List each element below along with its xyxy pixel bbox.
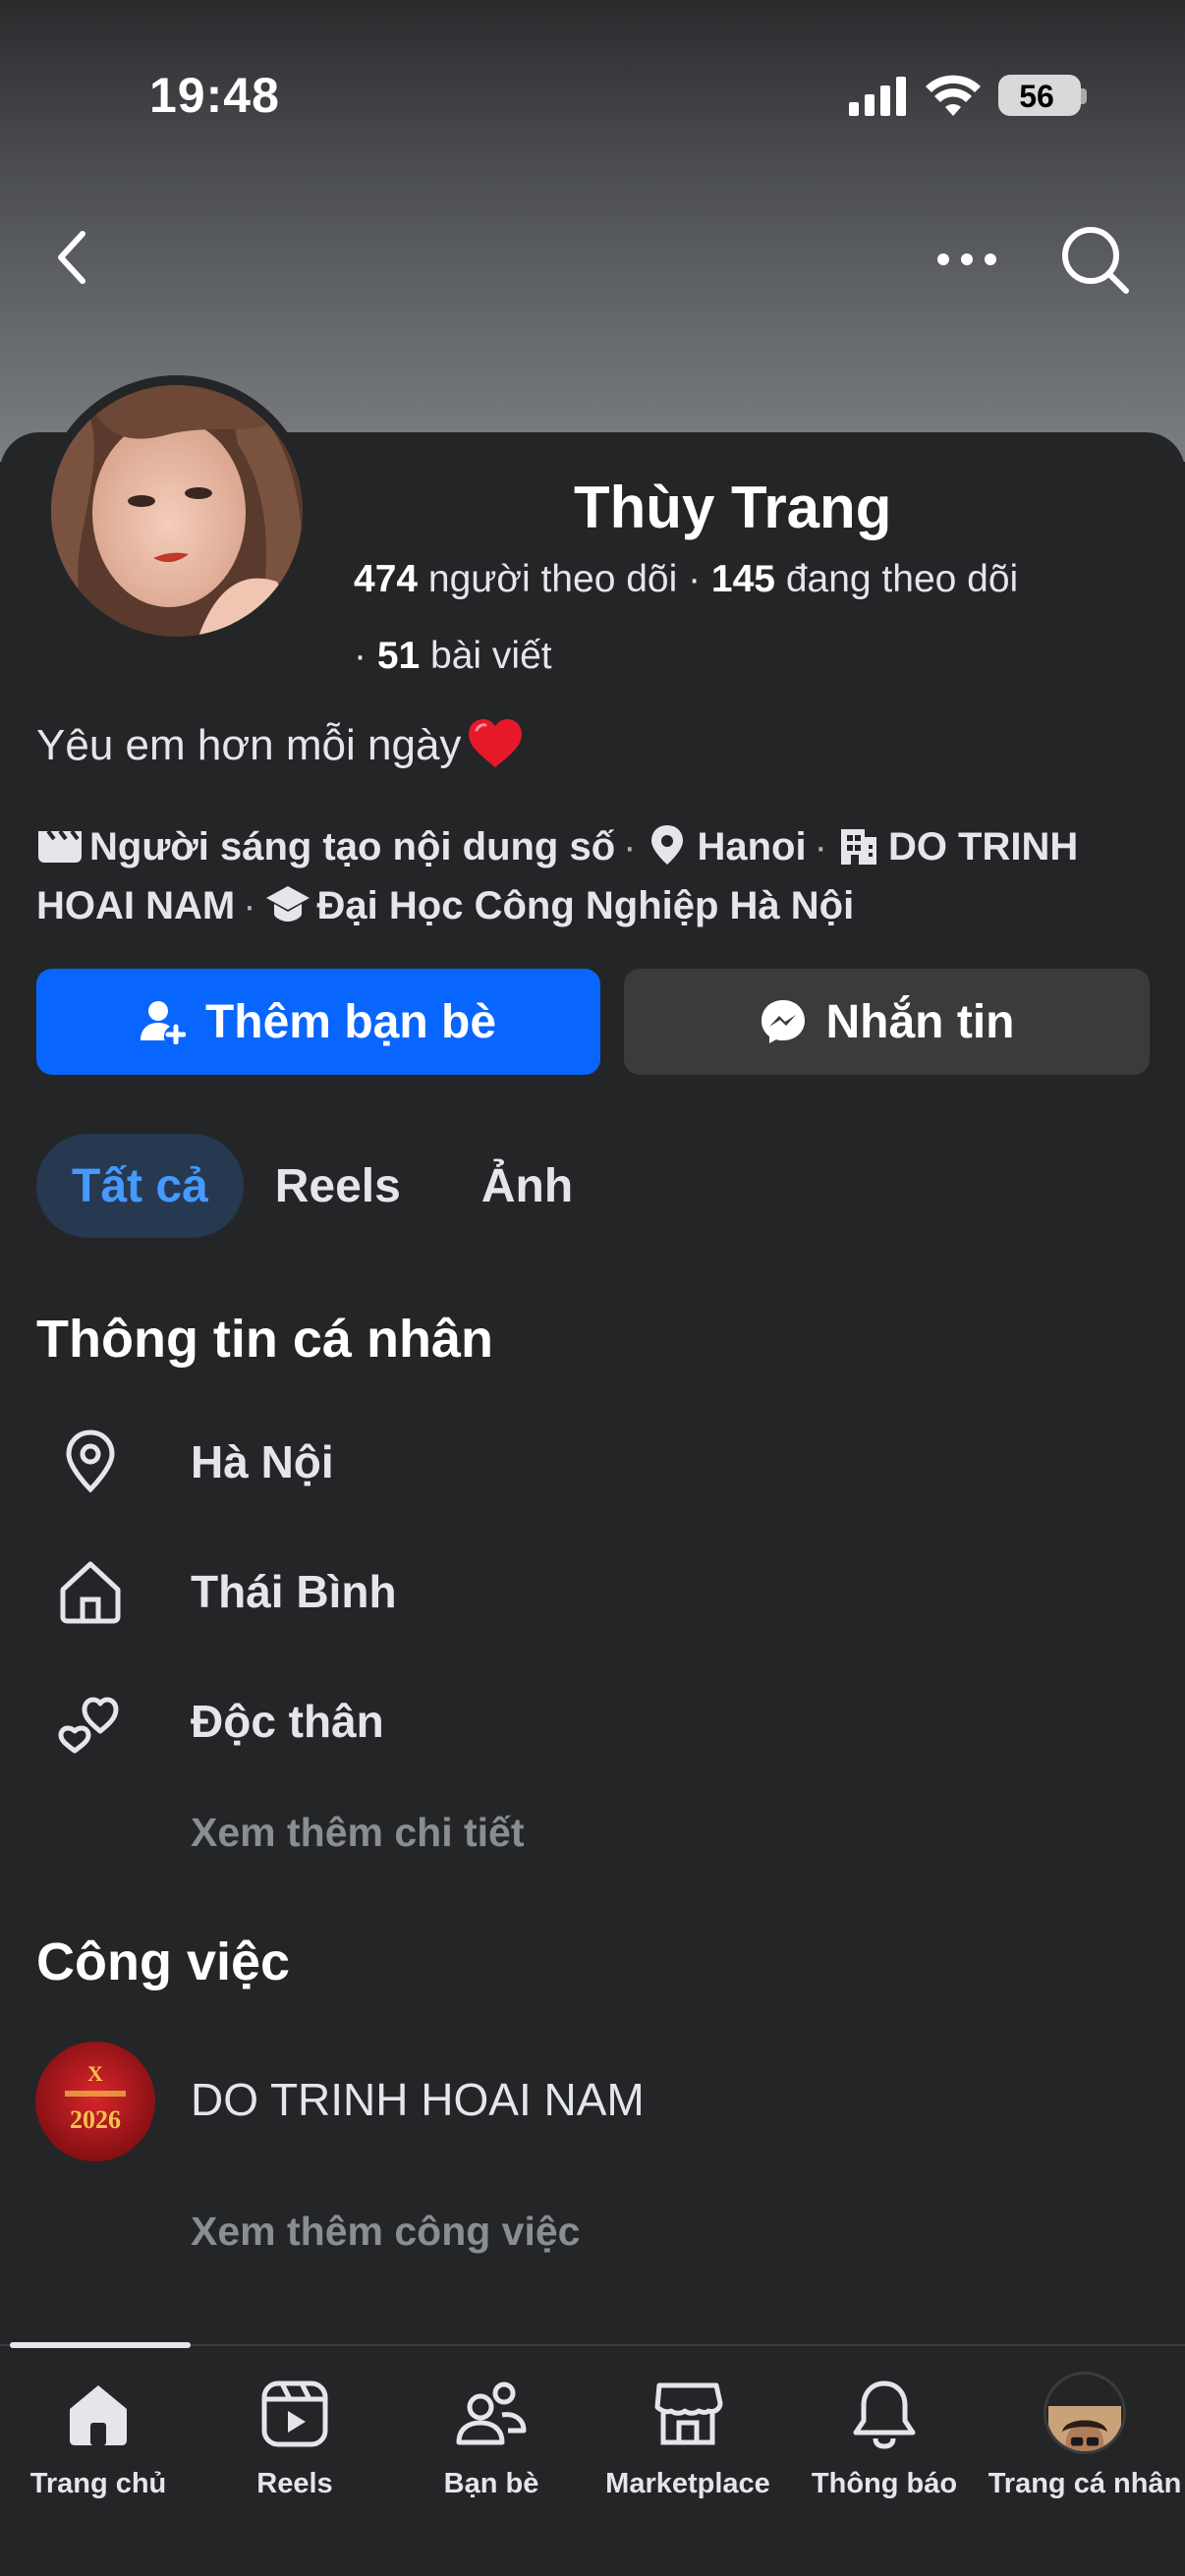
status-time: 19:48 bbox=[149, 68, 280, 123]
bio-text: Yêu em hơn mỗi ngày bbox=[36, 721, 462, 769]
location-pin-icon bbox=[651, 825, 684, 866]
followers-label: người theo dõi · bbox=[418, 558, 711, 600]
info-hometown: Thái Bình bbox=[191, 1566, 397, 1617]
location-pin-icon bbox=[66, 1429, 115, 1493]
marketplace-icon bbox=[654, 2382, 723, 2445]
nav-profile-label: Trang cá nhân bbox=[988, 2468, 1182, 2499]
add-person-icon bbox=[140, 1001, 186, 1044]
status-bar: 19:48 56 bbox=[0, 0, 1185, 187]
info-row-hometown[interactable]: Thái Bình bbox=[55, 1552, 397, 1631]
cellular-signal-icon bbox=[849, 77, 906, 116]
posts-count: 51 bbox=[376, 635, 421, 677]
work-title: Công việc bbox=[36, 1932, 291, 1991]
nav-friends[interactable]: Bạn bè bbox=[393, 2346, 590, 2576]
info-relationship: Độc thân bbox=[191, 1696, 384, 1747]
following-label: đang theo dõi bbox=[775, 558, 1019, 600]
profile-photo bbox=[51, 384, 303, 637]
work-company-logo[interactable]: X 2026 bbox=[35, 2042, 155, 2161]
info-row-relationship[interactable]: Độc thân bbox=[55, 1682, 384, 1761]
work-company-name[interactable]: DO TRINH HOAI NAM bbox=[191, 2073, 645, 2126]
company-logo-image: X 2026 bbox=[35, 2042, 155, 2161]
red-heart-icon bbox=[469, 719, 523, 768]
bell-icon bbox=[853, 2380, 916, 2449]
svg-text:2026: 2026 bbox=[70, 2105, 121, 2134]
tab-photos[interactable]: Ảnh bbox=[468, 1134, 608, 1238]
profile-avatar[interactable] bbox=[41, 375, 312, 646]
following-count: 145 bbox=[710, 558, 775, 600]
battery-indicator: 56 bbox=[998, 75, 1081, 116]
friends-icon bbox=[456, 2381, 527, 2445]
more-options-button[interactable] bbox=[930, 232, 1004, 287]
nav-home-label: Trang chủ bbox=[29, 2468, 167, 2499]
see-more-work-link[interactable]: Xem thêm công việc bbox=[191, 2209, 580, 2255]
tab-reels[interactable]: Reels bbox=[275, 1134, 436, 1238]
follow-stats[interactable]: 474 người theo dõi · 145 đang theo dõi bbox=[354, 558, 1018, 601]
nav-notifications-label: Thông báo bbox=[811, 2468, 958, 2499]
battery-level: 56 bbox=[1019, 79, 1054, 114]
intro-school: Đại Học Công Nghiệp Hà Nội bbox=[316, 884, 855, 927]
active-nav-indicator bbox=[10, 2342, 191, 2348]
relationship-hearts-icon bbox=[58, 1697, 119, 1754]
nav-home[interactable]: Trang chủ bbox=[0, 2346, 197, 2576]
wifi-icon bbox=[926, 75, 981, 116]
intro-location: Hanoi bbox=[697, 825, 807, 868]
nav-notifications[interactable]: Thông báo bbox=[786, 2346, 983, 2576]
nav-reels[interactable]: Reels bbox=[197, 2346, 393, 2576]
message-label: Nhắn tin bbox=[825, 995, 1015, 1048]
intro-creator: Người sáng tạo nội dung số bbox=[89, 825, 616, 868]
reels-icon bbox=[261, 2380, 328, 2447]
user-avatar-image bbox=[1048, 2406, 1121, 2451]
bottom-navigation: Trang chủ Reels Bạn bè Marketplace Thông… bbox=[0, 2344, 1185, 2576]
add-friend-button[interactable]: Thêm bạn bè bbox=[36, 969, 600, 1075]
clapperboard-icon bbox=[38, 824, 82, 864]
back-button[interactable] bbox=[39, 218, 104, 297]
profile-bio: Yêu em hơn mỗi ngày bbox=[36, 719, 524, 773]
building-icon bbox=[840, 829, 876, 866]
battery-tip bbox=[1081, 88, 1087, 104]
personal-info-title: Thông tin cá nhân bbox=[36, 1310, 493, 1369]
svg-text:X: X bbox=[87, 2061, 103, 2086]
posts-label: bài viết bbox=[420, 635, 552, 677]
nav-profile-avatar bbox=[1044, 2372, 1126, 2454]
info-current-city: Hà Nội bbox=[191, 1436, 334, 1487]
profile-name: Thùy Trang bbox=[574, 475, 892, 540]
nav-profile[interactable]: Trang cá nhân bbox=[985, 2346, 1185, 2576]
see-more-details-link[interactable]: Xem thêm chi tiết bbox=[191, 1810, 524, 1856]
posts-prefix: · bbox=[354, 635, 377, 677]
nav-marketplace-label: Marketplace bbox=[605, 2468, 770, 2499]
search-button[interactable] bbox=[1057, 222, 1132, 297]
nav-marketplace[interactable]: Marketplace bbox=[590, 2346, 786, 2576]
profile-intro: Người sáng tạo nội dung số · Hanoi · DO TRIN… bbox=[36, 824, 1079, 927]
info-row-current-city[interactable]: Hà Nội bbox=[55, 1423, 334, 1501]
graduation-cap-icon bbox=[265, 886, 310, 923]
message-button[interactable]: Nhắn tin bbox=[624, 969, 1150, 1075]
add-friend-label: Thêm bạn bè bbox=[204, 995, 497, 1048]
nav-reels-label: Reels bbox=[256, 2468, 333, 2499]
home-icon bbox=[70, 2385, 127, 2445]
nav-friends-label: Bạn bè bbox=[443, 2468, 539, 2499]
messenger-icon bbox=[761, 1000, 805, 1043]
followers-count: 474 bbox=[354, 558, 419, 600]
profile-tabs: Tất cả Reels Ảnh bbox=[36, 1134, 640, 1238]
home-icon bbox=[60, 1561, 121, 1624]
tab-all[interactable]: Tất cả bbox=[36, 1134, 244, 1238]
posts-stats: · 51 bài viết bbox=[354, 635, 552, 678]
